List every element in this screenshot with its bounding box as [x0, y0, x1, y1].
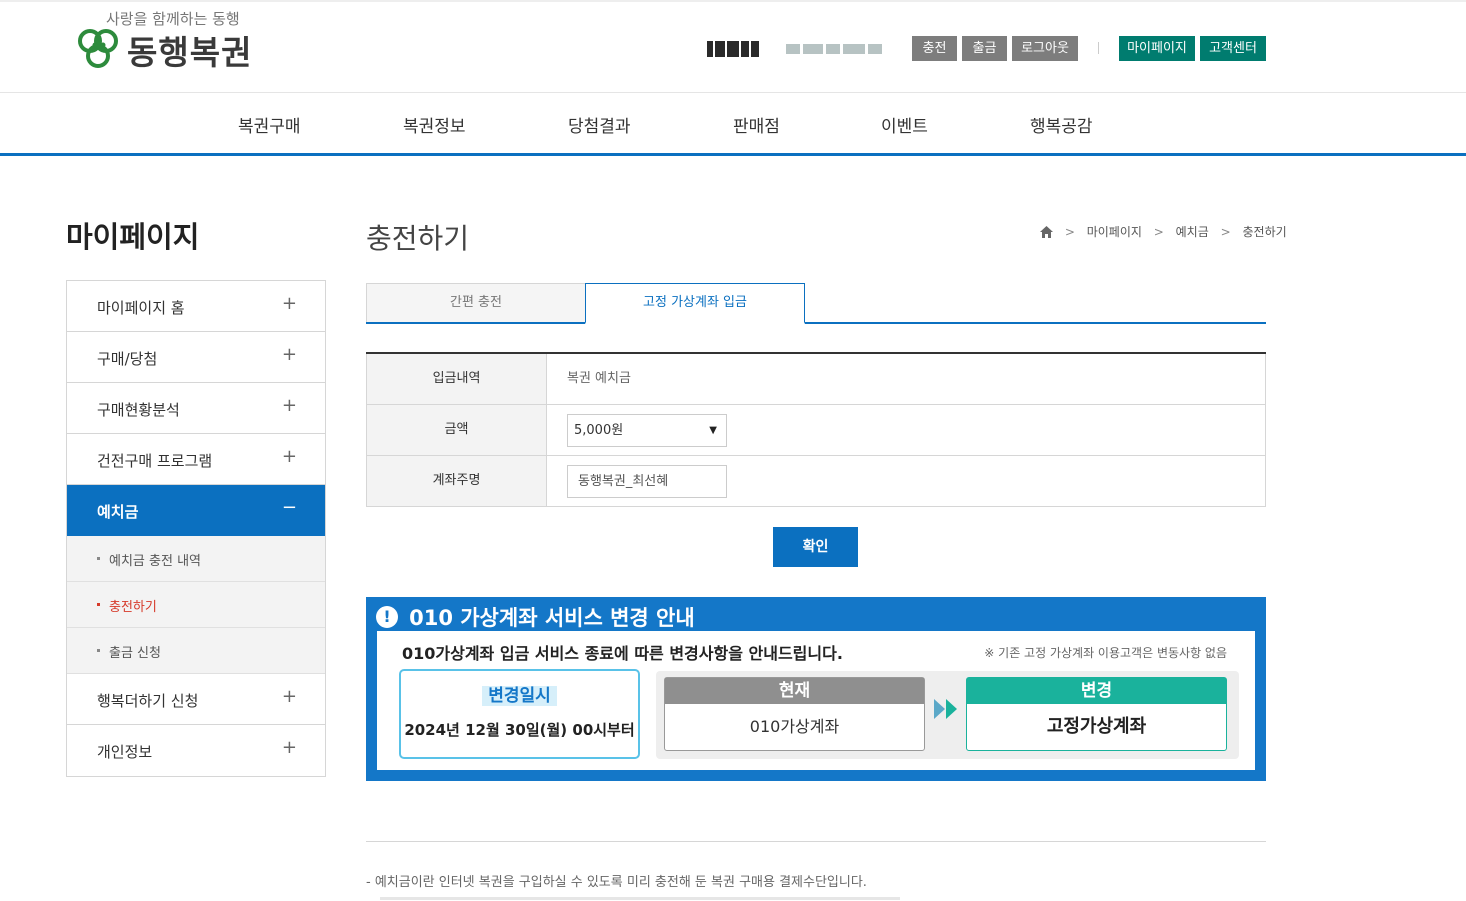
change-date-label: 변경일시 [401, 681, 638, 706]
change-box: 변경 고정가상계좌 [966, 677, 1227, 751]
breadcrumb-deposit[interactable]: 예치금 [1176, 223, 1209, 240]
change-date-value: 2024년 12월 30일(월) 00시부터 [404, 721, 635, 739]
notice-title: 010 가상계좌 서비스 변경 안내 [409, 606, 695, 630]
section-divider [366, 841, 1266, 842]
sidebar-item-label: 예치금 [97, 503, 139, 521]
sidebar-subitem-charge-history[interactable]: 예치금 충전 내역 [67, 536, 325, 582]
bullet-icon [97, 603, 100, 606]
form-row-holder: 계좌주명 동행복권_최선혜 [366, 456, 1266, 507]
sidebar-item-deposit[interactable]: 예치금 − [67, 485, 325, 536]
breadcrumb-charge[interactable]: 충전하기 [1242, 223, 1286, 240]
nav-happiness[interactable]: 행복공감 [1030, 112, 1093, 137]
plus-icon: + [281, 293, 297, 314]
sidebar-menu: 마이페이지 홈 + 구매/당첨 + 구매현황분석 + 건전구매 프로그램 + 예… [66, 280, 326, 777]
sidebar-subitem-withdraw-request[interactable]: 출금 신청 [67, 628, 325, 674]
site-logo[interactable]: 사랑을 함께하는 동행 동행복권 [76, 8, 256, 72]
charge-button[interactable]: 충전 [912, 36, 957, 61]
notice-body: 010가상계좌 입금 서비스 종료에 따른 변경사항을 안내드립니다. ※ 기존… [377, 631, 1255, 770]
page-title: 충전하기 [366, 222, 470, 255]
nav-results[interactable]: 당첨결과 [568, 112, 631, 137]
sidebar-item-purchase-analysis[interactable]: 구매현황분석 + [67, 383, 325, 434]
change-comparison: 현재 010가상계좌 변경 고정가상계좌 [656, 671, 1239, 759]
support-button[interactable]: 고객센터 [1200, 36, 1266, 61]
charge-form: 입금내역 복권 예치금 금액 5,000원 ▼ 계좌주명 동행복권_최선혜 [366, 352, 1266, 507]
chevron-right-icon: > [1153, 224, 1164, 239]
clover-logo-icon [78, 29, 118, 68]
double-arrow-right-icon [934, 699, 957, 719]
nav-lottery-info[interactable]: 복권정보 [403, 112, 466, 137]
notice-subtitle: 010가상계좌 입금 서비스 종료에 따른 변경사항을 안내드립니다. [402, 644, 843, 663]
sidebar-subitem-charge[interactable]: 충전하기 [67, 582, 325, 628]
nav-events[interactable]: 이벤트 [881, 112, 928, 137]
exclamation-icon: ! [376, 606, 398, 628]
amount-label: 금액 [367, 405, 547, 455]
dropdown-arrow-icon: ▼ [709, 425, 717, 436]
change-label: 변경 [967, 678, 1226, 704]
user-name-blurred [707, 38, 761, 58]
current-label: 현재 [665, 678, 924, 704]
bullet-icon [97, 649, 100, 652]
minus-icon: − [281, 497, 297, 518]
account-holder-field[interactable]: 동행복권_최선혜 [567, 465, 727, 498]
deposit-info-note: - 예치금이란 인터넷 복권을 구입하실 수 있도록 미리 충전해 둔 복권 구… [366, 875, 867, 890]
current-value: 010가상계좌 [749, 717, 840, 736]
chevron-right-icon: > [1064, 224, 1075, 239]
sidebar-item-personal-info[interactable]: 개인정보 + [67, 725, 325, 776]
header-divider [1098, 42, 1099, 54]
mypage-button[interactable]: 마이페이지 [1119, 36, 1195, 61]
sidebar-item-label: 개인정보 [97, 743, 153, 761]
nav-lottery-purchase[interactable]: 복권구매 [238, 112, 301, 137]
cutoff-text-line [380, 897, 900, 900]
plus-icon: + [281, 344, 297, 365]
user-balance-blurred [786, 38, 885, 58]
service-change-notice: ! 010 가상계좌 서비스 변경 안내 010가상계좌 입금 서비스 종료에 … [366, 597, 1266, 781]
amount-select[interactable]: 5,000원 ▼ [567, 414, 727, 447]
tab-easy-charge[interactable]: 간편 충전 [366, 283, 586, 322]
tab-fixed-virtual-account[interactable]: 고정 가상계좌 입금 [585, 283, 805, 324]
plus-icon: + [281, 446, 297, 467]
sidebar-item-label: 행복더하기 신청 [97, 692, 199, 710]
sidebar-subitem-label: 예치금 충전 내역 [109, 554, 201, 569]
sidebar-item-label: 구매/당첨 [97, 350, 158, 368]
plus-icon: + [281, 395, 297, 416]
header-topline [0, 0, 1466, 2]
chevron-right-icon: > [1220, 224, 1231, 239]
confirm-button[interactable]: 확인 [773, 527, 858, 567]
sidebar-item-label: 마이페이지 홈 [97, 299, 185, 317]
nav-stores[interactable]: 판매점 [733, 112, 780, 137]
withdraw-button[interactable]: 출금 [962, 36, 1007, 61]
form-row-deposit: 입금내역 복권 예치금 [366, 354, 1266, 405]
sidebar-title: 마이페이지 [66, 220, 200, 254]
deposit-label: 입금내역 [367, 354, 547, 404]
sidebar-item-label: 건전구매 프로그램 [97, 452, 213, 470]
charge-tabs: 간편 충전 고정 가상계좌 입금 [366, 283, 1266, 324]
sidebar-item-purchase-win[interactable]: 구매/당첨 + [67, 332, 325, 383]
deposit-value: 복권 예치금 [567, 371, 631, 386]
sidebar-item-label: 구매현황분석 [97, 401, 180, 419]
main-navigation: 복권구매 복권정보 당첨결과 판매점 이벤트 행복공감 [0, 93, 1466, 156]
sidebar-subitem-label: 출금 신청 [109, 646, 161, 661]
home-icon[interactable] [1040, 225, 1053, 238]
sidebar-item-mypage-home[interactable]: 마이페이지 홈 + [67, 281, 325, 332]
plus-icon: + [281, 686, 297, 707]
notice-header: ! 010 가상계좌 서비스 변경 안내 [376, 602, 695, 632]
change-date-label-text: 변경일시 [482, 686, 557, 706]
sidebar-item-healthy-purchase[interactable]: 건전구매 프로그램 + [67, 434, 325, 485]
change-date-box: 변경일시 2024년 12월 30일(월) 00시부터 [399, 669, 640, 759]
breadcrumb: > 마이페이지 > 예치금 > 충전하기 [1040, 223, 1287, 241]
plus-icon: + [281, 737, 297, 758]
logo-name: 동행복권 [127, 33, 253, 72]
change-value: 고정가상계좌 [1046, 716, 1147, 737]
holder-label: 계좌주명 [367, 456, 547, 506]
sidebar-item-happiness-plus[interactable]: 행복더하기 신청 + [67, 674, 325, 725]
sidebar-subitem-label: 충전하기 [109, 600, 157, 615]
amount-select-value: 5,000원 [574, 423, 624, 438]
breadcrumb-mypage[interactable]: 마이페이지 [1087, 223, 1142, 240]
notice-note: ※ 기존 고정 가상계좌 이용고객은 변동사항 없음 [984, 646, 1227, 660]
site-header: 사랑을 함께하는 동행 동행복권 충전 출금 로그아웃 마이페이지 고객센터 [0, 0, 1466, 93]
form-row-amount: 금액 5,000원 ▼ [366, 405, 1266, 456]
logout-button[interactable]: 로그아웃 [1012, 36, 1078, 61]
current-box: 현재 010가상계좌 [664, 677, 925, 751]
bullet-icon [97, 557, 100, 560]
